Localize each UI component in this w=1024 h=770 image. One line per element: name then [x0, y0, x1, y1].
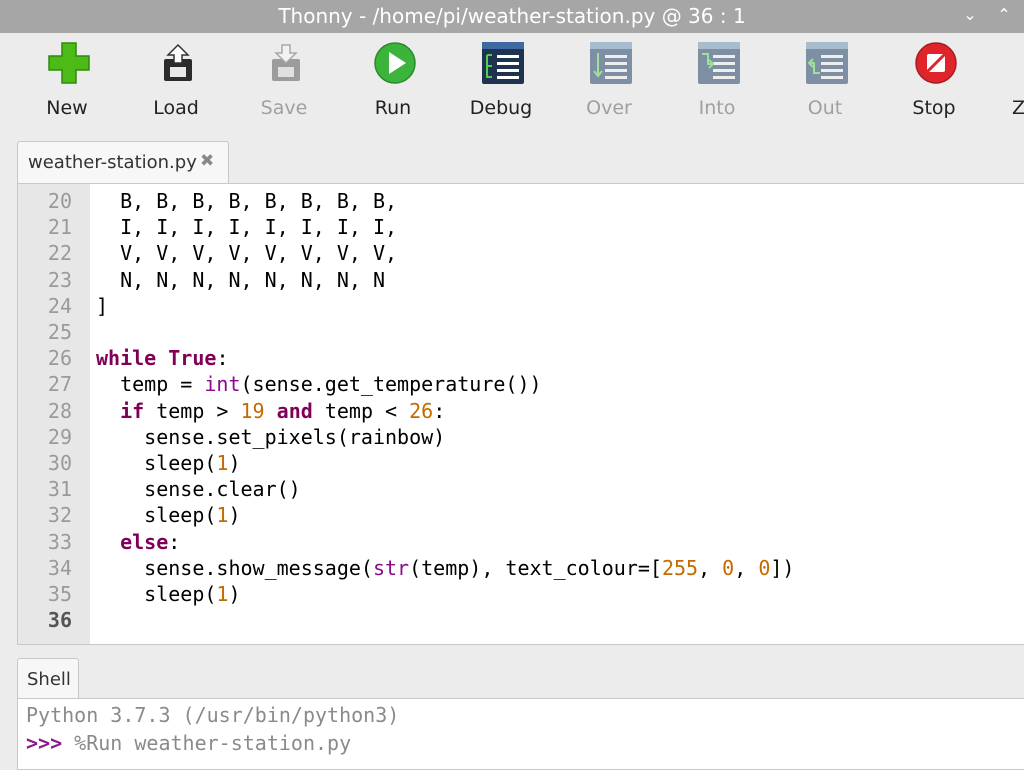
- code-line: 25: [18, 319, 1018, 345]
- shell-tab[interactable]: Shell: [17, 658, 79, 699]
- load-button[interactable]: Load: [122, 33, 230, 133]
- zoom-button-partial[interactable]: Z: [1012, 97, 1024, 119]
- code-line: 32 sleep(1): [18, 502, 1018, 528]
- code-text: temp = int(sense.get_temperature()): [96, 372, 542, 397]
- debug-label: Debug: [469, 97, 533, 119]
- code-text: sleep(1): [96, 582, 241, 606]
- code-line: 30 sleep(1): [18, 450, 1018, 476]
- code-line: 27 temp = int(sense.get_temperature()): [18, 371, 1018, 397]
- close-icon[interactable]: ✖: [200, 151, 214, 171]
- line-number: 27: [47, 372, 72, 397]
- line-number: 31: [47, 477, 72, 502]
- code-line: 22 V, V, V, V, V, V, V, V,: [18, 240, 1018, 266]
- code-text: sleep(1): [96, 503, 241, 528]
- code-text: sense.clear(): [96, 477, 301, 502]
- code-editor[interactable]: 20 B, B, B, B, B, B, B, B, 21 I, I, I, I,…: [17, 183, 1024, 645]
- load-label: Load: [153, 97, 199, 119]
- shell-command-line: >>> %Run weather-station.py: [26, 731, 351, 755]
- step-out-icon: [806, 42, 848, 84]
- stop-icon: [915, 42, 957, 84]
- line-number: 28: [47, 398, 72, 423]
- editor-tab-label: weather-station.py: [28, 152, 197, 173]
- code-line: 26 while True:: [18, 345, 1018, 371]
- code-text: sense.set_pixels(rainbow): [96, 424, 446, 449]
- shell-tab-label: Shell: [27, 669, 71, 690]
- code-line: 24]: [18, 293, 1018, 319]
- code-line: 20 B, B, B, B, B, B, B, B,: [18, 188, 1018, 214]
- window-titlebar: Thonny - /home/pi/weather-station.py @ 3…: [0, 0, 1024, 33]
- step-out-label: Out: [807, 97, 843, 119]
- new-button[interactable]: New: [13, 33, 121, 133]
- chevron-down-icon[interactable]: ⌄: [960, 5, 980, 24]
- code-text: ]: [96, 293, 109, 318]
- line-number: 33: [47, 529, 72, 554]
- code-text: B, B, B, B, B, B, B, B,: [96, 189, 398, 213]
- shell-console[interactable]: Python 3.7.3 (/usr/bin/python3) >>> %Run…: [17, 698, 1024, 770]
- shell-command: %Run weather-station.py: [62, 731, 352, 755]
- line-number: 21: [47, 215, 72, 240]
- save-icon: [272, 44, 300, 81]
- editor-tab[interactable]: weather-station.py ✖: [17, 141, 229, 184]
- line-number: 30: [47, 451, 72, 475]
- run-button[interactable]: Run: [339, 33, 447, 133]
- debug-icon: [482, 42, 524, 84]
- code-line: 31 sense.clear(): [18, 476, 1018, 502]
- code-line: 36: [18, 607, 1018, 633]
- save-label: Save: [260, 97, 308, 119]
- line-number: 35: [47, 582, 72, 606]
- code-text: V, V, V, V, V, V, V, V,: [96, 241, 398, 266]
- chevron-up-icon[interactable]: ⌃: [994, 5, 1014, 24]
- run-label: Run: [374, 97, 412, 119]
- toolbar: New Load Save Run Debug Over Into Out St…: [0, 33, 1024, 133]
- step-over-button[interactable]: Over: [555, 33, 663, 133]
- step-into-button[interactable]: Into: [663, 33, 771, 133]
- line-number: 22: [47, 241, 72, 266]
- code-text: sense.show_message(str(temp), text_colou…: [96, 555, 795, 580]
- code-text: N, N, N, N, N, N, N, N: [96, 267, 385, 292]
- new-label: New: [46, 97, 88, 119]
- line-number: 29: [47, 424, 72, 449]
- code-line: 34 sense.show_message(str(temp), text_co…: [18, 555, 1018, 581]
- step-into-icon: [698, 42, 740, 84]
- code-line: 28 if temp > 19 and temp < 26:: [18, 398, 1018, 424]
- code-line: 33 else:: [18, 529, 1018, 555]
- line-number: 26: [47, 346, 72, 371]
- line-number: 34: [47, 555, 72, 580]
- line-number: 25: [47, 320, 72, 344]
- stop-label: Stop: [912, 97, 956, 119]
- new-file-plus-icon: [48, 42, 90, 84]
- code-text: sleep(1): [96, 451, 241, 475]
- code-text: if temp > 19 and temp < 26:: [120, 398, 446, 423]
- line-number: 24: [47, 293, 72, 318]
- shell-banner: Python 3.7.3 (/usr/bin/python3): [26, 703, 400, 727]
- code-line: 23 N, N, N, N, N, N, N, N: [18, 267, 1018, 293]
- debug-button[interactable]: Debug: [447, 33, 555, 133]
- line-number: 23: [47, 267, 72, 292]
- load-icon: [164, 43, 192, 81]
- code-line: 21 I, I, I, I, I, I, I, I,: [18, 214, 1018, 240]
- run-icon: [374, 42, 416, 84]
- code-text: else:: [120, 529, 181, 554]
- code-line: 35 sleep(1): [18, 581, 1018, 607]
- stop-button[interactable]: Stop: [880, 33, 988, 133]
- line-number: 36: [47, 608, 72, 633]
- code-line: 29 sense.set_pixels(rainbow): [18, 424, 1018, 450]
- step-out-button[interactable]: Out: [771, 33, 879, 133]
- code-text: I, I, I, I, I, I, I, I,: [96, 215, 398, 240]
- code-text: while True:: [96, 346, 229, 371]
- save-button[interactable]: Save: [230, 33, 338, 133]
- line-number: 20: [47, 189, 72, 213]
- line-number: 32: [47, 503, 72, 528]
- step-over-icon: [590, 42, 632, 84]
- shell-prompt: >>>: [26, 731, 63, 755]
- window-title: Thonny - /home/pi/weather-station.py @ 3…: [278, 4, 746, 28]
- step-into-label: Into: [698, 97, 736, 119]
- step-over-label: Over: [586, 97, 632, 119]
